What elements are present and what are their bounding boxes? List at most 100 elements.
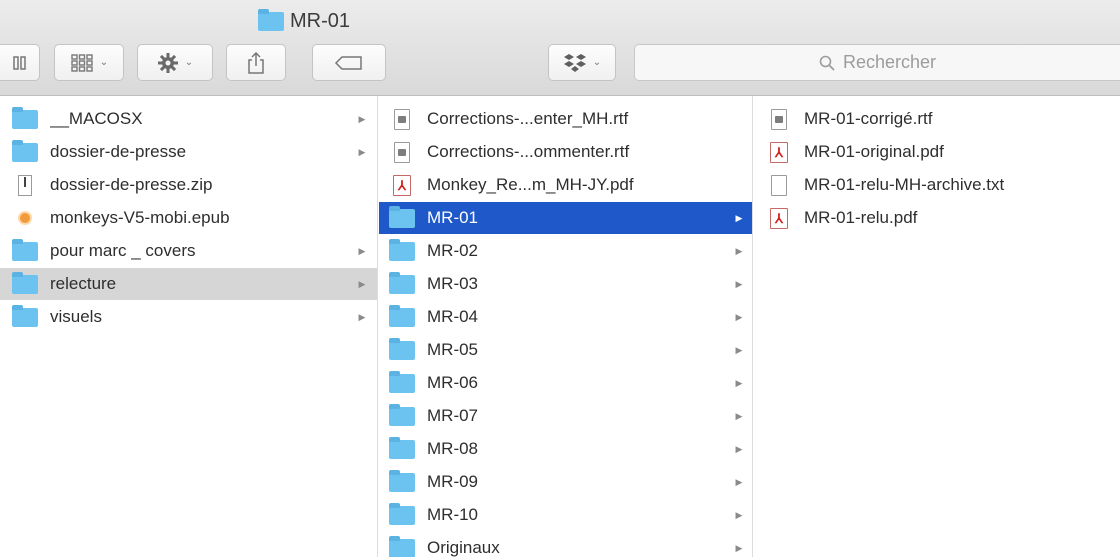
folder-row[interactable]: visuels ▶ [0, 301, 377, 333]
folder-icon [389, 370, 415, 394]
folder-row[interactable]: relecture ▶ [0, 268, 377, 300]
folder-row[interactable]: MR-05 ▶ [379, 334, 752, 366]
disclosure-arrow-icon: ▶ [358, 278, 366, 289]
file-row[interactable]: Corrections-...ommenter.rtf [379, 136, 752, 168]
folder-row[interactable]: MR-04 ▶ [379, 301, 752, 333]
disclosure-arrow-icon: ▶ [735, 509, 743, 520]
folder-row[interactable]: MR-03 ▶ [379, 268, 752, 300]
folder-row[interactable]: MR-09 ▶ [379, 466, 752, 498]
window-title-label: MR-01 [290, 9, 351, 32]
folder-row[interactable]: pour marc _ covers ▶ [0, 235, 377, 267]
column-3: MR-01-corrigé.rtf ⅄ MR-01-original.pdf MR-0… [754, 96, 1120, 557]
item-label: MR-10 [427, 505, 479, 524]
dropbox-icon [563, 53, 586, 72]
folder-icon [12, 304, 38, 328]
folder-row[interactable]: Originaux ▶ [379, 532, 752, 557]
rtf-file-icon [766, 108, 792, 130]
item-label: pour marc _ covers [50, 241, 196, 260]
search-icon [819, 55, 835, 71]
item-label: dossier-de-presse.zip [50, 175, 213, 194]
disclosure-arrow-icon: ▶ [735, 377, 743, 388]
folder-row[interactable]: MR-01 ▶ [379, 202, 752, 234]
file-row[interactable]: monkeys-V5-mobi.epub [0, 202, 377, 234]
file-row[interactable]: Corrections-...enter_MH.rtf [379, 103, 752, 135]
folder-row[interactable]: MR-06 ▶ [379, 367, 752, 399]
share-button[interactable] [226, 44, 286, 81]
item-label: MR-07 [427, 406, 479, 425]
item-label: Corrections-...ommenter.rtf [427, 142, 630, 161]
disclosure-arrow-icon: ▶ [358, 311, 366, 322]
folder-row[interactable]: MR-08 ▶ [379, 433, 752, 465]
file-row[interactable]: ⅄ Monkey_Re...m_MH-JY.pdf [379, 169, 752, 201]
disclosure-arrow-icon: ▶ [735, 410, 743, 421]
item-label: MR-05 [427, 340, 479, 359]
item-label: MR-01 [427, 208, 479, 227]
chevron-down-icon: ⌄ [184, 57, 194, 68]
item-label: MR-06 [427, 373, 479, 392]
disclosure-arrow-icon: ▶ [735, 278, 743, 289]
action-button[interactable]: ⌄ [137, 44, 213, 81]
disclosure-arrow-icon: ▶ [735, 344, 743, 355]
disclosure-arrow-icon: ▶ [735, 476, 743, 487]
folder-row[interactable]: MR-02 ▶ [379, 235, 752, 267]
column-view-button[interactable] [0, 44, 40, 81]
file-row[interactable]: ⅄ MR-01-original.pdf [754, 136, 1120, 168]
item-label: visuels [50, 307, 102, 326]
column-2: Corrections-...enter_MH.rtf Corrections-.… [379, 96, 753, 557]
search-placeholder: Rechercher [842, 52, 937, 72]
tag-button[interactable] [312, 44, 386, 81]
rtf-file-icon [389, 108, 415, 130]
file-row[interactable]: ⅄ MR-01-relu.pdf [754, 202, 1120, 234]
folder-row[interactable]: MR-07 ▶ [379, 400, 752, 432]
text-file-icon [766, 174, 792, 196]
item-label: MR-02 [427, 241, 479, 260]
file-row[interactable]: MR-01-corrigé.rtf [754, 103, 1120, 135]
zip-file-icon [12, 174, 38, 196]
folder-icon [389, 502, 415, 526]
disclosure-arrow-icon: ▶ [735, 212, 743, 223]
pdf-file-icon: ⅄ [766, 141, 792, 163]
file-row[interactable]: MR-01-relu-MH-archive.txt [754, 169, 1120, 201]
disclosure-arrow-icon: ▶ [735, 443, 743, 454]
folder-icon [389, 238, 415, 262]
item-label: dossier-de-presse [50, 142, 187, 161]
item-label: Corrections-...enter_MH.rtf [427, 109, 629, 128]
file-row[interactable]: dossier-de-presse.zip [0, 169, 377, 201]
folder-icon [12, 271, 38, 295]
chevron-down-icon: ⌄ [99, 57, 109, 68]
finder-toolbar: MR-01 ⌄ ⌄ ⌄ Rechercher [0, 0, 1120, 96]
disclosure-arrow-icon: ▶ [735, 311, 743, 322]
folder-icon [389, 304, 415, 328]
pdf-file-icon: ⅄ [389, 174, 415, 196]
folder-row[interactable]: __MACOSX ▶ [0, 103, 377, 135]
item-label: MR-01-relu-MH-archive.txt [804, 175, 1005, 194]
chevron-down-icon: ⌄ [592, 57, 602, 68]
share-icon [248, 51, 264, 74]
disclosure-arrow-icon: ▶ [358, 245, 366, 256]
folder-icon [389, 205, 415, 229]
disclosure-arrow-icon: ▶ [358, 146, 366, 157]
item-label: MR-08 [427, 439, 479, 458]
folder-icon [12, 139, 38, 163]
item-label: Originaux [427, 538, 500, 557]
gear-icon [157, 52, 178, 73]
item-label: MR-03 [427, 274, 479, 293]
folder-icon [12, 238, 38, 262]
folder-icon [12, 106, 38, 130]
epub-file-icon [12, 207, 38, 229]
arrange-button[interactable]: ⌄ [54, 44, 124, 81]
item-label: monkeys-V5-mobi.epub [50, 208, 230, 227]
item-label: MR-09 [427, 472, 479, 491]
dropbox-button[interactable]: ⌄ [548, 44, 616, 81]
folder-icon [389, 337, 415, 361]
folder-icon [389, 403, 415, 427]
item-label: __MACOSX [50, 109, 143, 128]
pdf-file-icon: ⅄ [766, 207, 792, 229]
search-field[interactable]: Rechercher [634, 44, 1120, 81]
item-label: relecture [50, 274, 117, 293]
folder-row[interactable]: dossier-de-presse ▶ [0, 136, 377, 168]
folder-row[interactable]: MR-10 ▶ [379, 499, 752, 531]
folder-icon [389, 535, 415, 557]
column-1: __MACOSX ▶ dossier-de-presse ▶ dossier-de-pr… [0, 96, 378, 557]
folder-icon [389, 469, 415, 493]
